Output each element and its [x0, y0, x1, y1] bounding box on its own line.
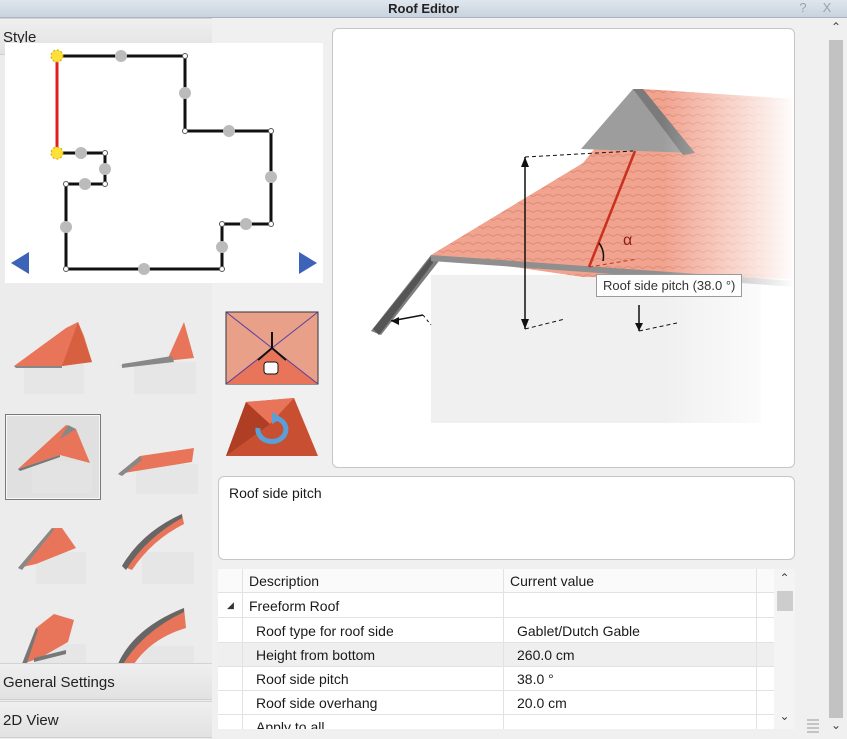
- help-button[interactable]: ?: [795, 0, 811, 16]
- roof-style-hip-extended[interactable]: [112, 318, 208, 402]
- table-row[interactable]: Roof type for roof side Gablet/Dutch Gab…: [218, 619, 774, 643]
- chevron-down-icon[interactable]: ⌄: [774, 709, 795, 727]
- triangle-down-icon[interactable]: ◢: [227, 600, 234, 611]
- chevron-up-icon[interactable]: ⌃: [825, 20, 847, 40]
- property-name: Roof type for roof side: [256, 623, 394, 639]
- 2d-view-header[interactable]: 2D View: [0, 701, 212, 738]
- property-value[interactable]: 260.0 cm: [517, 647, 575, 663]
- grid-header: Description Current value: [218, 569, 774, 593]
- property-description-box: Roof side pitch: [218, 476, 795, 560]
- property-name: Roof side overhang: [256, 695, 378, 711]
- roof-style-hip[interactable]: [6, 318, 102, 402]
- roof-style-curved[interactable]: [112, 508, 208, 592]
- property-name: Roof side pitch: [256, 671, 349, 687]
- roof-3d-preview[interactable]: α Roof side pitch (38.0 °): [332, 28, 795, 468]
- table-row[interactable]: Roof side pitch 38.0 °: [218, 667, 774, 691]
- property-grid: Description Current value ◢ Freeform Roo…: [218, 569, 795, 729]
- column-divider: [503, 569, 504, 729]
- group-row-freeform-roof[interactable]: ◢ Freeform Roof: [218, 594, 774, 618]
- description-text: Roof side pitch: [229, 485, 322, 501]
- roof-outline-plan[interactable]: [5, 43, 323, 283]
- resize-grip-icon[interactable]: [803, 716, 823, 736]
- general-settings-header[interactable]: General Settings: [0, 663, 212, 700]
- previous-side-button[interactable]: [11, 252, 29, 274]
- window-title: Roof Editor: [388, 1, 459, 16]
- pitch-tooltip: Roof side pitch (38.0 °): [596, 274, 743, 297]
- roof-rotate-icon[interactable]: [224, 394, 320, 466]
- table-row[interactable]: Roof side overhang 20.0 cm: [218, 691, 774, 715]
- next-side-button[interactable]: [299, 252, 317, 274]
- column-divider: [756, 569, 757, 729]
- column-header-description[interactable]: Description: [249, 573, 319, 589]
- property-value[interactable]: 38.0 °: [517, 671, 554, 687]
- main-scrollbar[interactable]: ⌃ ⌄: [825, 18, 847, 739]
- main-scroll-thumb[interactable]: [829, 40, 843, 718]
- roof-style-dormer[interactable]: [6, 508, 102, 592]
- table-row[interactable]: Apply to all: [218, 715, 774, 729]
- column-divider: [242, 569, 243, 729]
- roof-edge-edit-icon[interactable]: [224, 310, 320, 385]
- grid-scrollbar[interactable]: ⌃ ⌄: [774, 569, 795, 729]
- property-value[interactable]: 20.0 cm: [517, 695, 567, 711]
- grid-scroll-thumb[interactable]: [777, 591, 793, 611]
- roof-style-gablet-selected[interactable]: [5, 414, 101, 500]
- property-value[interactable]: Gablet/Dutch Gable: [517, 623, 640, 639]
- column-header-current-value[interactable]: Current value: [510, 573, 594, 589]
- property-name: Apply to all: [256, 719, 325, 729]
- chevron-up-icon[interactable]: ⌃: [774, 571, 795, 589]
- close-button[interactable]: X: [819, 0, 835, 16]
- pitch-angle-label: α: [623, 232, 632, 249]
- chevron-down-icon[interactable]: ⌄: [825, 718, 847, 738]
- roof-style-gallery: [0, 318, 212, 678]
- property-name: Height from bottom: [256, 647, 376, 663]
- title-bar: Roof Editor ? X: [0, 0, 847, 18]
- roof-style-shed[interactable]: [112, 414, 208, 498]
- table-row[interactable]: Height from bottom 260.0 cm: [218, 643, 774, 667]
- group-label: Freeform Roof: [249, 598, 340, 614]
